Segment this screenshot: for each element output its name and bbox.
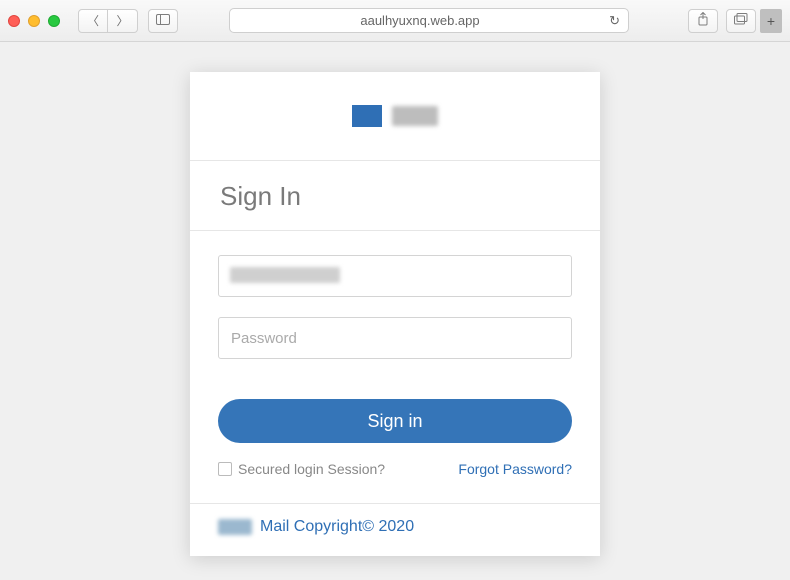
share-icon xyxy=(697,12,709,29)
address-bar[interactable]: aaulhyuxnq.web.app ↻ xyxy=(229,8,629,33)
copyright-text: Mail Copyright© 2020 xyxy=(260,518,414,536)
secured-session-checkbox[interactable]: Secured login Session? xyxy=(218,461,385,477)
signin-button[interactable]: Sign in xyxy=(218,399,572,443)
chevron-left-icon: 〈 xyxy=(87,12,99,29)
logo-row xyxy=(190,72,600,160)
plus-icon: + xyxy=(767,13,775,29)
secured-session-label: Secured login Session? xyxy=(238,461,385,477)
reload-icon[interactable]: ↻ xyxy=(609,13,620,29)
forward-button[interactable]: 〉 xyxy=(108,9,138,33)
window-controls xyxy=(8,15,60,27)
password-field[interactable] xyxy=(218,317,572,359)
brand-name-blurred xyxy=(218,519,252,535)
brand-name-blurred xyxy=(392,106,438,126)
minimize-window-button[interactable] xyxy=(28,15,40,27)
chevron-right-icon: 〉 xyxy=(116,12,128,29)
new-tab-button[interactable]: + xyxy=(760,9,782,33)
footer: Mail Copyright© 2020 xyxy=(190,504,600,542)
sidebar-icon xyxy=(156,14,170,28)
tabs-button[interactable] xyxy=(726,9,756,33)
close-window-button[interactable] xyxy=(8,15,20,27)
browser-toolbar: 〈 〉 aaulhyuxnq.web.app ↻ + xyxy=(0,0,790,42)
tabs-icon xyxy=(734,13,748,28)
back-button[interactable]: 〈 xyxy=(78,9,108,33)
login-card: Sign In Sign in Secured login Session? F… xyxy=(190,72,600,556)
sidebar-button[interactable] xyxy=(148,9,178,33)
share-button[interactable] xyxy=(688,9,718,33)
checkbox-icon xyxy=(218,462,232,476)
signin-heading: Sign In xyxy=(190,161,600,230)
url-text: aaulhyuxnq.web.app xyxy=(360,13,479,28)
email-value-blurred xyxy=(230,267,340,283)
mail-icon xyxy=(352,105,382,127)
page-content: Sign In Sign in Secured login Session? F… xyxy=(0,42,790,580)
maximize-window-button[interactable] xyxy=(48,15,60,27)
forgot-password-link[interactable]: Forgot Password? xyxy=(458,461,572,477)
